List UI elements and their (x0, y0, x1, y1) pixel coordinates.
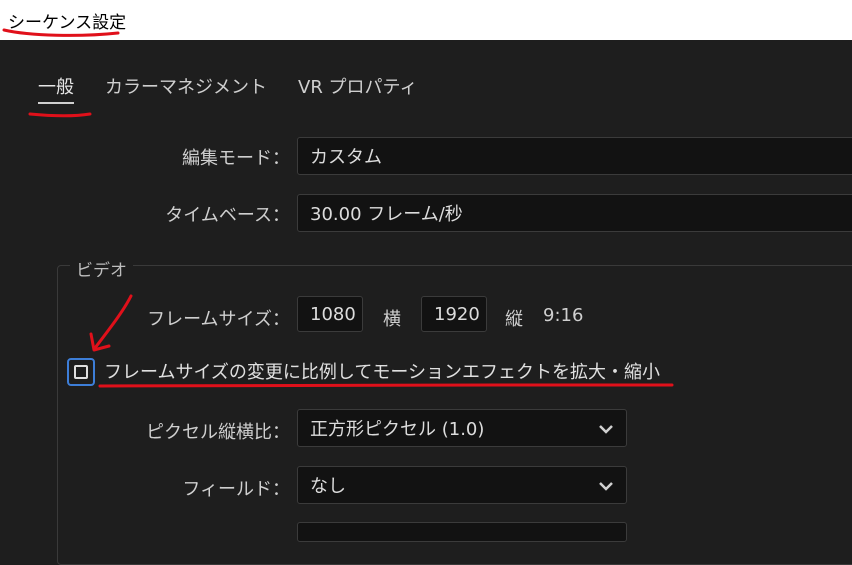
frame-width-unit: 横 (383, 309, 401, 330)
timebase-field[interactable]: 30.00 フレーム/秒 (297, 194, 852, 232)
chevron-down-icon (599, 482, 613, 491)
frame-width-value: 1080 (310, 303, 356, 325)
title-underline-annotation (2, 28, 120, 37)
next-select-partial[interactable] (297, 522, 627, 542)
active-tab-indicator (38, 102, 74, 104)
pixel-aspect-value: 正方形ピクセル (1.0) (310, 419, 485, 440)
frame-height-unit: 縦 (505, 309, 523, 330)
edit-mode-field[interactable]: カスタム (297, 137, 852, 175)
frame-height-input[interactable]: 1920 (421, 296, 487, 332)
fields-value: なし (310, 476, 346, 497)
chevron-down-icon (599, 425, 613, 434)
aspect-ratio: 9:16 (543, 305, 584, 326)
scale-motion-checkbox[interactable] (67, 358, 95, 386)
frame-size-label: フレームサイズ： (147, 309, 290, 330)
timebase-value: 30.00 フレーム/秒 (310, 204, 463, 225)
fields-select[interactable]: なし (297, 466, 627, 504)
tab-general[interactable]: 一般 (38, 73, 74, 99)
scale-motion-label[interactable]: フレームサイズの変更に比例してモーションエフェクトを拡大・縮小 (104, 358, 660, 384)
tab-vr-properties[interactable]: VR プロパティ (298, 73, 417, 99)
fields-label: フィールド： (182, 479, 290, 500)
checkbox-box (74, 365, 88, 379)
edit-mode-label: 編集モード： (182, 148, 290, 169)
frame-height-value: 1920 (434, 303, 480, 325)
tab-color-management[interactable]: カラーマネジメント (105, 73, 267, 99)
tab-bar: 一般 カラーマネジメント VR プロパティ (0, 40, 852, 130)
video-group-label: ビデオ (70, 256, 133, 281)
frame-width-input[interactable]: 1080 (297, 296, 363, 332)
pixel-aspect-label: ピクセル縦横比： (146, 422, 290, 443)
timebase-label: タイムベース： (165, 205, 290, 226)
pixel-aspect-select[interactable]: 正方形ピクセル (1.0) (297, 409, 627, 447)
edit-mode-value: カスタム (310, 147, 382, 168)
title-bar: シーケンス設定 (0, 0, 852, 40)
